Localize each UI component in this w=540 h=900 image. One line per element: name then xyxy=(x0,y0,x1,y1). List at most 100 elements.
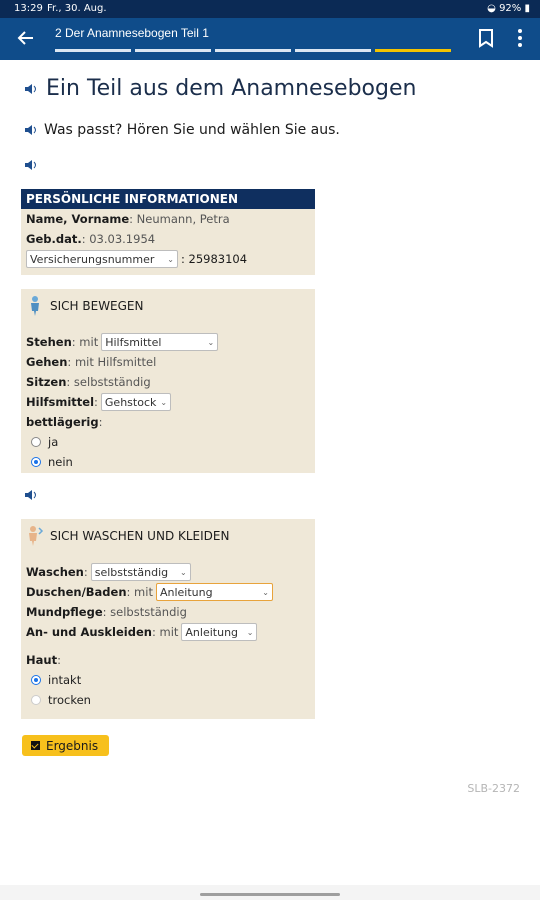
exercise-code: SLB-2372 xyxy=(467,782,520,795)
duschen-label: Duschen/Baden xyxy=(26,585,127,599)
speaker-icon[interactable] xyxy=(24,125,38,135)
radio-nein[interactable]: nein xyxy=(21,452,315,472)
mund-value: : selbstständig xyxy=(102,605,187,619)
radio-ja-label: ja xyxy=(48,435,59,449)
waschen-label: Waschen xyxy=(26,565,84,579)
stehen-row: Stehen : mit Hilfsmittel ⌄ xyxy=(21,332,315,352)
radio-intakt-label: intakt xyxy=(48,673,82,687)
status-time: 13:29 xyxy=(14,3,43,14)
haut-row: Haut: xyxy=(26,653,61,667)
heading-row: Ein Teil aus dem Anamnesebogen xyxy=(24,76,416,101)
sitzen-value: : selbstständig xyxy=(66,375,151,389)
bett-label: bettlägerig xyxy=(26,415,99,429)
duschen-select[interactable]: Anleitung ⌄ xyxy=(155,583,273,601)
gehen-value: : mit Hilfsmittel xyxy=(67,355,157,369)
mund-label: Mundpflege xyxy=(26,605,103,619)
radio-intakt[interactable]: intakt xyxy=(21,670,315,690)
status-right: ◒ 92% ▮ xyxy=(487,3,530,14)
radio-trocken-label: trocken xyxy=(48,693,91,707)
lesson-progress xyxy=(55,49,451,52)
washing-panel: SICH WASCHEN UND KLEIDEN Waschen: selbst… xyxy=(21,519,315,719)
chevron-down-icon: ⌄ xyxy=(246,627,254,637)
stehen-pre: : mit xyxy=(71,335,99,349)
result-button-label: Ergebnis xyxy=(46,738,99,753)
duschen-pre: : mit xyxy=(126,585,153,599)
person-washing-icon xyxy=(29,526,44,546)
insurance-value: : 25983104 xyxy=(181,252,248,266)
duschen-row: Duschen/Baden : mit Anleitung ⌄ xyxy=(21,582,315,602)
chevron-down-icon: ⌄ xyxy=(207,337,215,347)
duschen-select-value: Anleitung xyxy=(159,585,213,599)
battery-icon: ▮ xyxy=(524,3,530,14)
radio-button-selected[interactable] xyxy=(31,457,41,467)
kleiden-row: An- und Auskleiden : mit Anleitung ⌄ xyxy=(21,622,315,642)
personal-info-panel: PERSÖNLICHE INFORMATIONEN Name, Vorname:… xyxy=(21,189,315,275)
hilfsmittel-row: Hilfsmittel: Gehstock ⌄ xyxy=(21,392,315,412)
dob-row: Geb.dat.: 03.03.1954 xyxy=(26,232,156,246)
progress-segment xyxy=(55,49,131,52)
page-title: Ein Teil aus dem Anamnesebogen xyxy=(46,76,417,101)
audio-play-icon[interactable] xyxy=(24,160,38,170)
result-button[interactable]: Ergebnis xyxy=(22,735,109,756)
kleiden-select[interactable]: Anleitung ⌄ xyxy=(181,623,258,641)
status-date: Fr., 30. Aug. xyxy=(47,3,107,14)
insurance-select[interactable]: Versicherungsnummer ⌄ xyxy=(26,250,178,268)
moving-heading: SICH BEWEGEN xyxy=(21,292,315,320)
radio-button[interactable] xyxy=(31,695,41,705)
mund-row: Mundpflege : selbstständig xyxy=(21,602,315,622)
system-nav-bar xyxy=(0,885,540,900)
instruction-text: Was passt? Hören Sie und wählen Sie aus. xyxy=(44,122,340,138)
dob-label: Geb.dat. xyxy=(26,232,82,246)
progress-segment xyxy=(295,49,371,52)
gehen-label: Gehen xyxy=(26,355,68,369)
insurance-select-value: Versicherungsnummer xyxy=(30,252,155,266)
kleiden-label: An- und Auskleiden xyxy=(26,625,152,639)
name-row: Name, Vorname: Neumann, Petra xyxy=(26,212,230,226)
haut-label: Haut xyxy=(26,653,58,667)
name-value: Neumann, Petra xyxy=(136,212,230,226)
app-bar: 2 Der Anamnesebogen Teil 1 xyxy=(0,18,540,60)
stehen-select-value: Hilfsmittel xyxy=(105,335,162,349)
audio-play-icon[interactable] xyxy=(24,490,38,500)
status-bar: 13:29 Fr., 30. Aug. ◒ 92% ▮ xyxy=(0,0,540,18)
home-handle[interactable] xyxy=(200,893,340,896)
progress-segment xyxy=(135,49,211,52)
moving-panel: SICH BEWEGEN Stehen : mit Hilfsmittel ⌄ … xyxy=(21,289,315,473)
stehen-select[interactable]: Hilfsmittel ⌄ xyxy=(101,333,219,351)
waschen-row: Waschen: selbstständig ⌄ xyxy=(21,562,315,582)
speaker-icon[interactable] xyxy=(24,83,38,94)
radio-nein-label: nein xyxy=(48,455,73,469)
bookmark-icon[interactable] xyxy=(476,27,496,49)
person-walking-icon xyxy=(31,296,39,316)
kleiden-pre: : mit xyxy=(151,625,179,639)
sitzen-label: Sitzen xyxy=(26,375,67,389)
chevron-down-icon: ⌄ xyxy=(180,567,187,577)
personal-info-title: PERSÖNLICHE INFORMATIONEN xyxy=(21,189,315,209)
instruction-row: Was passt? Hören Sie und wählen Sie aus. xyxy=(24,122,340,138)
washing-title: SICH WASCHEN UND KLEIDEN xyxy=(50,529,230,543)
stehen-label: Stehen xyxy=(26,335,72,349)
moving-title: SICH BEWEGEN xyxy=(50,299,144,313)
progress-segment-active xyxy=(375,49,451,52)
radio-button-selected[interactable] xyxy=(31,675,41,685)
back-arrow-icon[interactable] xyxy=(14,26,38,50)
hilfsmittel-label: Hilfsmittel xyxy=(26,395,95,409)
sitzen-row: Sitzen : selbstständig xyxy=(21,372,315,392)
wifi-icon: ◒ xyxy=(487,3,496,14)
radio-button[interactable] xyxy=(31,437,41,447)
radio-ja[interactable]: ja xyxy=(21,432,315,452)
battery-level: 92% xyxy=(499,3,522,14)
chevron-down-icon: ⌄ xyxy=(262,587,269,597)
chevron-down-icon: ⌄ xyxy=(167,254,174,264)
gehen-row: Gehen : mit Hilfsmittel xyxy=(21,352,315,372)
waschen-select[interactable]: selbstständig ⌄ xyxy=(90,563,191,581)
lesson-title: 2 Der Anamnesebogen Teil 1 xyxy=(55,26,209,40)
more-vert-icon[interactable] xyxy=(510,27,530,49)
radio-trocken[interactable]: trocken xyxy=(21,690,315,710)
hilfsmittel-select[interactable]: Gehstock ⌄ xyxy=(100,393,171,411)
waschen-select-value: selbstständig xyxy=(94,565,169,579)
insurance-row: Versicherungsnummer ⌄ : 25983104 xyxy=(21,249,315,269)
washing-heading: SICH WASCHEN UND KLEIDEN xyxy=(21,522,315,550)
dob-value: 03.03.1954 xyxy=(89,232,156,246)
kleiden-select-value: Anleitung xyxy=(185,625,239,639)
